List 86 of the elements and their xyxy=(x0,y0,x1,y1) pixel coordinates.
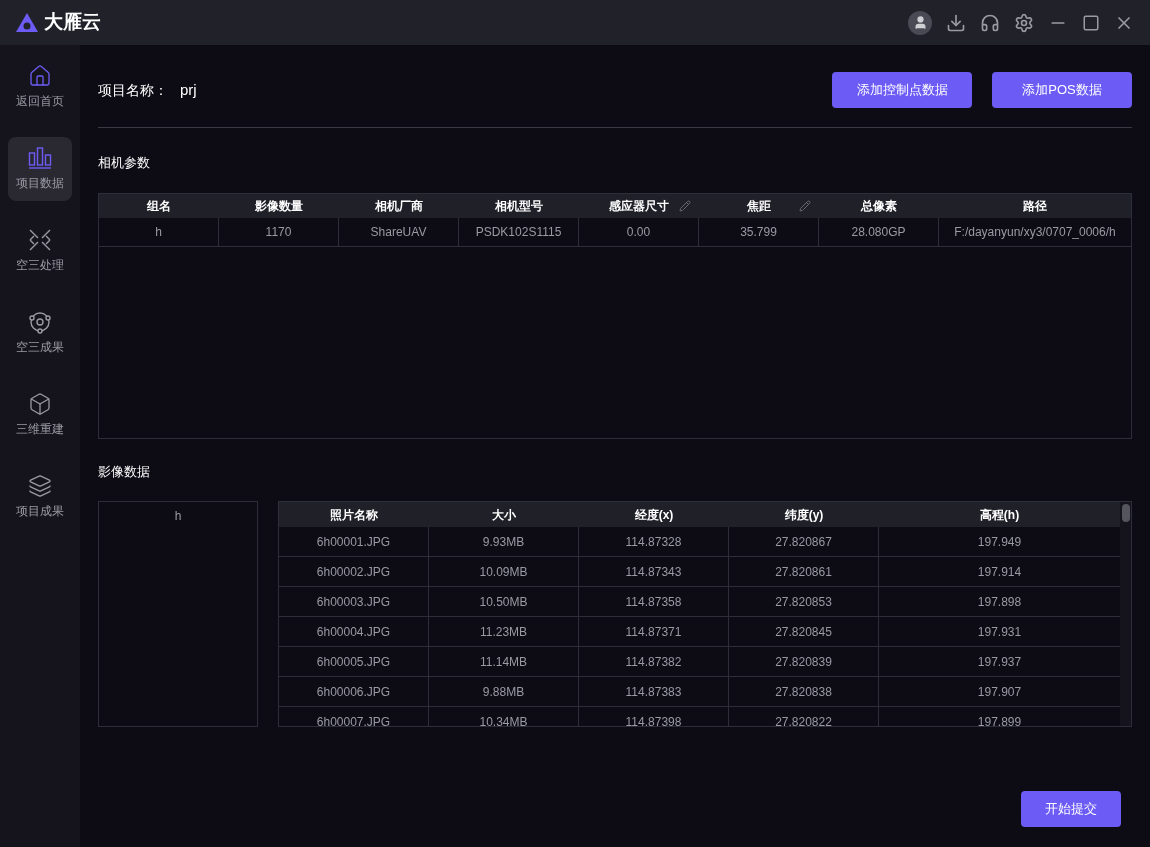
table-cell-text: 197.898 xyxy=(976,593,1023,611)
table-cell: 0.00 xyxy=(579,217,699,246)
table-cell: 114.87383 xyxy=(579,677,729,706)
table-cell: 27.820845 xyxy=(729,617,879,646)
logo-icon xyxy=(16,12,38,33)
table-cell: 27.820838 xyxy=(729,677,879,706)
table-cell: 11.14MB xyxy=(429,647,579,676)
table-cell: ShareUAV xyxy=(339,217,459,246)
table-cell-text: 197.949 xyxy=(976,533,1023,551)
table-cell-text: 197.907 xyxy=(976,683,1023,701)
column-header: 大小 xyxy=(491,506,517,524)
sidebar-item[interactable]: 返回首页 xyxy=(8,55,72,119)
column-header: 照片名称 xyxy=(329,506,379,524)
column-header: 组名 xyxy=(146,197,172,215)
table-cell: 10.50MB xyxy=(429,587,579,616)
column-header: 高程(h) xyxy=(978,506,1021,524)
pencil-icon[interactable] xyxy=(799,199,811,212)
home-icon xyxy=(28,64,52,88)
pencil-icon[interactable] xyxy=(679,199,691,212)
table-cell: 27.820822 xyxy=(729,707,879,726)
table-cell-text: 197.914 xyxy=(976,563,1023,581)
table-cell: 6h00007.JPG xyxy=(279,707,429,726)
table-cell: 27.820839 xyxy=(729,647,879,676)
table-cell: 10.34MB xyxy=(429,707,579,726)
table-cell: 9.93MB xyxy=(429,527,579,556)
table-cell: 10.09MB xyxy=(429,557,579,586)
submit-button[interactable]: 开始提交 xyxy=(1021,791,1121,827)
project-name-label: 项目名称： xyxy=(98,80,168,100)
sidebar-item[interactable]: 空三处理 xyxy=(8,219,72,283)
table-cell: 27.820853 xyxy=(729,587,879,616)
table-cell: 6h00005.JPG xyxy=(279,647,429,676)
download-icon[interactable] xyxy=(946,12,966,33)
table-cell: 9.88MB xyxy=(429,677,579,706)
table-cell-text: 197.937 xyxy=(976,653,1023,671)
table-cell-text: 197.931 xyxy=(976,623,1023,641)
column-header: 感应器尺寸 xyxy=(579,193,699,218)
column-header: 影像数量 xyxy=(254,197,304,215)
project-name-value: prj xyxy=(180,79,197,100)
table-cell: 114.87358 xyxy=(579,587,729,616)
column-header: 路径 xyxy=(1022,197,1048,215)
table-cell: 114.87343 xyxy=(579,557,729,586)
scrollbar-thumb[interactable] xyxy=(1121,504,1130,522)
avatar-icon[interactable] xyxy=(908,10,932,35)
section-title: 影像数据 xyxy=(98,462,151,481)
section-title: 相机参数 xyxy=(98,154,151,172)
sidebar-item[interactable]: 项目成果 xyxy=(8,465,72,529)
table-cell: 114.87382 xyxy=(579,647,729,676)
table-cell: 6h00006.JPG xyxy=(279,677,429,706)
column-header: 相机型号 xyxy=(494,197,544,215)
sidebar-item[interactable]: 三维重建 xyxy=(8,383,72,447)
cross-arrows-icon xyxy=(28,228,52,252)
table-cell: 6h00002.JPG xyxy=(279,557,429,586)
orbit-icon xyxy=(28,310,52,334)
column-header: 相机厂商 xyxy=(374,197,424,215)
table-cell-text: F:/dayanyun/xy3/0707_0006/h xyxy=(953,223,1117,241)
table-cell: 27.820861 xyxy=(729,557,879,586)
add-data-button[interactable]: 添加控制点数据 xyxy=(832,72,972,108)
table-cell: 6h00004.JPG xyxy=(279,617,429,646)
headphones-icon[interactable] xyxy=(980,12,1000,33)
column-header: 经度(x) xyxy=(633,506,675,524)
cube-icon xyxy=(28,392,52,416)
sidebar-item[interactable]: 空三成果 xyxy=(8,301,72,365)
table-cell: 114.87398 xyxy=(579,707,729,726)
table-cell-text: 197.899 xyxy=(976,713,1023,726)
table-cell: 27.820867 xyxy=(729,527,879,556)
table-cell: 11.23MB xyxy=(429,617,579,646)
layers-icon xyxy=(28,474,52,498)
table-cell: 1170 xyxy=(219,217,339,246)
table-cell: 6h00003.JPG xyxy=(279,587,429,616)
column-header: 纬度(y) xyxy=(783,506,825,524)
add-data-button[interactable]: 添加POS数据 xyxy=(992,72,1132,108)
settings-icon[interactable] xyxy=(1014,12,1034,33)
group-item[interactable]: h xyxy=(174,507,182,525)
table-cell: 6h00001.JPG xyxy=(279,527,429,556)
bar-chart-icon xyxy=(28,146,52,170)
table-cell: 114.87328 xyxy=(579,527,729,556)
table-cell: 35.799 xyxy=(699,217,819,246)
table-cell: 114.87371 xyxy=(579,617,729,646)
sidebar-item[interactable]: 项目数据 xyxy=(8,137,72,201)
maximize-icon[interactable] xyxy=(1082,13,1100,32)
column-header: 焦距 xyxy=(699,193,819,218)
column-header: 总像素 xyxy=(859,197,898,215)
table-cell: PSDK102S1115 xyxy=(459,217,579,246)
table-cell: h xyxy=(99,217,219,246)
table-cell: 28.080GP xyxy=(819,217,939,246)
app-title: 大雁云 xyxy=(44,10,101,35)
